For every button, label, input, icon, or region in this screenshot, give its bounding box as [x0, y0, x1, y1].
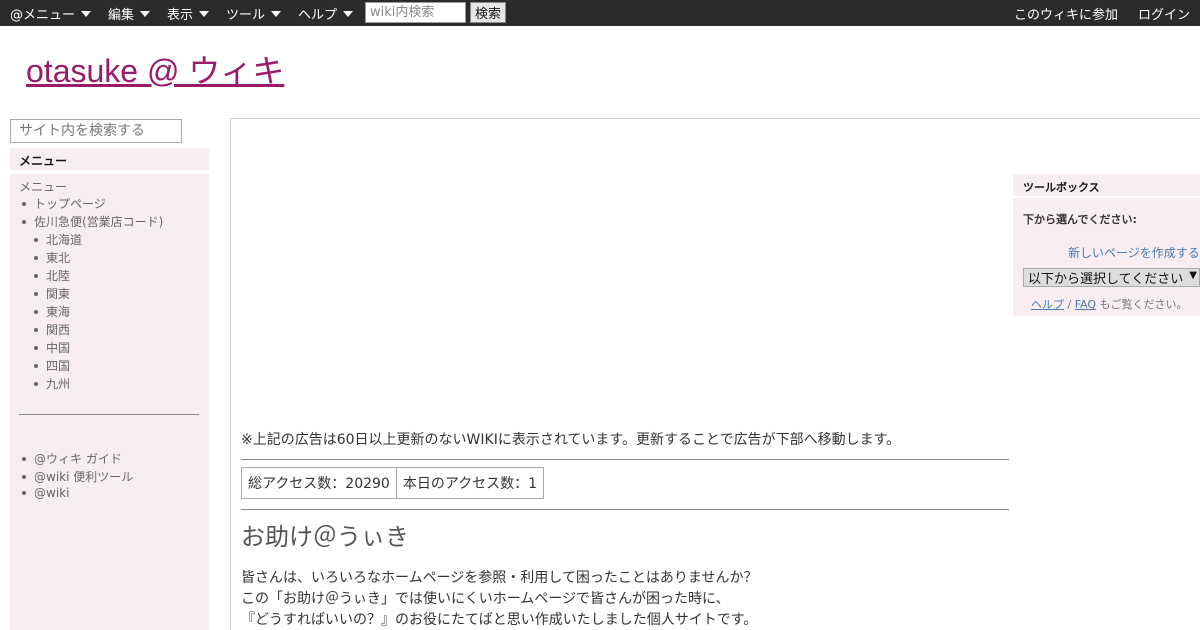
sidebar-item-label: トップページ [34, 197, 106, 211]
login-link[interactable]: ログイン [1138, 0, 1190, 26]
bullet-icon [34, 309, 38, 314]
sidebar-item-wiki-tools[interactable]: @wiki 便利ツール [22, 468, 133, 485]
chevron-down-icon [343, 11, 354, 17]
toolbox-select-value: 以下から選択してください [1028, 272, 1184, 287]
sidebar-item-label: 九州 [46, 377, 71, 391]
chevron-down-icon [81, 11, 92, 17]
bullet-icon [34, 291, 38, 296]
bullet-icon [34, 255, 38, 260]
view-menu-label: 表示 [167, 7, 194, 23]
toolbox-header: ツールボックス [1013, 174, 1200, 196]
edit-menu[interactable]: 編集 [108, 0, 151, 26]
new-page-link[interactable]: 新しいページを作成する [1068, 244, 1200, 261]
tools-menu[interactable]: ツール [226, 0, 282, 26]
site-search-input[interactable] [10, 119, 182, 143]
help-menu-label: ヘルプ [298, 7, 338, 23]
sidebar-item-label: 四国 [46, 359, 71, 373]
sidebar-item-atwiki[interactable]: @wiki [22, 486, 69, 500]
sidebar-item-label: 東海 [46, 305, 71, 319]
sidebar-item-hokuriku[interactable]: 北陸 [34, 267, 70, 284]
sidebar-item-label: @wiki 便利ツール [34, 470, 134, 484]
sidebar-item-chugoku[interactable]: 中国 [34, 339, 70, 356]
content-divider [241, 459, 1009, 460]
chevron-down-icon [140, 11, 151, 17]
bullet-icon [22, 219, 26, 224]
bullet-icon [34, 273, 38, 278]
view-menu[interactable]: 表示 [167, 0, 210, 26]
content-divider [241, 509, 1009, 510]
sidebar-item-kansai[interactable]: 関西 [34, 321, 70, 338]
bullet-icon [34, 345, 38, 350]
intro-line: 皆さんは、いろいろなホームページを参照・利用して困ったことはありませんか？ [241, 570, 758, 586]
sidebar-item-label: 佐川急便(営業店コード) [34, 215, 164, 229]
sidebar-item-label: 関東 [46, 287, 71, 301]
sidebar-item-tohoku[interactable]: 東北 [34, 249, 70, 266]
sidebar-item-top-page[interactable]: トップページ [22, 195, 106, 212]
today-access-count: 本日のアクセス数：1 [402, 476, 538, 492]
sidebar-item-sagawa[interactable]: 佐川急便(営業店コード) [22, 213, 163, 230]
total-access-count: 総アクセス数：20290 [242, 468, 397, 498]
wiki-search-button[interactable]: 検索 [470, 2, 506, 23]
sidebar-item-label: 中国 [46, 341, 71, 355]
help-tail-text: もご覧ください。 [1099, 298, 1188, 311]
intro-line: この「お助け＠うぃき」では使いにくいホームページで皆さんが困った時に、 [241, 591, 730, 607]
toolbox-help-text: ヘルプ / FAQ もご覧ください。 [1031, 296, 1188, 312]
site-title-link[interactable]: otasuke @ ウィキ [26, 46, 284, 92]
bullet-icon [34, 363, 38, 368]
sidebar-item-label: 東北 [46, 251, 71, 265]
chevron-down-icon [199, 11, 210, 17]
sidebar-divider [19, 414, 199, 415]
sidebar-item-wiki-guide[interactable]: @ウィキ ガイド [22, 450, 122, 467]
sidebar-item-label: 北陸 [46, 269, 71, 283]
bullet-icon [34, 237, 38, 242]
menu-header: メニュー [10, 148, 209, 170]
sidebar-item-label: 関西 [46, 323, 71, 337]
edit-menu-label: 編集 [108, 7, 135, 23]
ad-notice: ※上記の広告は60日以上更新のないWIKIに表示されています。更新することで広告… [241, 432, 901, 448]
sidebar-item-kyushu[interactable]: 九州 [34, 375, 70, 392]
wiki-search-input[interactable] [365, 2, 466, 23]
bullet-icon [22, 474, 26, 479]
help-link[interactable]: ヘルプ [1031, 298, 1064, 311]
help-menu[interactable]: ヘルプ [298, 0, 354, 26]
faq-link[interactable]: FAQ [1075, 298, 1096, 311]
bullet-icon [34, 381, 38, 386]
help-separator: / [1067, 298, 1072, 311]
top-navigation-bar: @メニュー 編集 表示 ツール ヘルプ 検索 このウィキに参加 ログイン [0, 0, 1200, 26]
sidebar-menu: メニュー トップページ 佐川急便(営業店コード) 北海道 東北 北陸 関東 東海… [10, 174, 209, 630]
bullet-icon [22, 456, 26, 461]
toolbox-select[interactable]: 以下から選択してください ▼ [1023, 268, 1200, 287]
bullet-icon [22, 201, 26, 206]
bullet-icon [22, 491, 26, 495]
sidebar-item-kanto[interactable]: 関東 [34, 285, 70, 302]
sidebar-item-label: @ウィキ ガイド [34, 452, 122, 466]
tools-menu-label: ツール [226, 7, 266, 23]
sidebar-item-shikoku[interactable]: 四国 [34, 357, 70, 374]
bullet-icon [34, 327, 38, 332]
page-heading: お助け＠うぃき [241, 523, 409, 551]
atwiki-menu-label: @メニュー [10, 7, 76, 23]
dropdown-arrow-icon: ▼ [1189, 270, 1197, 281]
toolbox-prompt: 下から選んでください: [1023, 213, 1137, 226]
intro-line: 『どうすればいいの？』のお役にたてばと思い作成いたしました個人サイトです。 [241, 612, 758, 628]
toolbox-panel: 下から選んでください: 新しいページを作成する 以下から選択してください ▼ ヘ… [1013, 198, 1200, 316]
access-counter-table: 総アクセス数：20290 本日のアクセス数：1 [241, 467, 545, 499]
sidebar-item-label: 北海道 [46, 233, 83, 247]
sidebar-item-hokkaido[interactable]: 北海道 [34, 231, 82, 248]
sidebar-item-label: @wiki [34, 486, 70, 500]
menu-label: メニュー [19, 180, 68, 194]
join-wiki-link[interactable]: このウィキに参加 [1014, 0, 1118, 26]
chevron-down-icon [271, 11, 282, 17]
sidebar-item-tokai[interactable]: 東海 [34, 303, 70, 320]
atwiki-menu[interactable]: @メニュー [10, 0, 92, 26]
